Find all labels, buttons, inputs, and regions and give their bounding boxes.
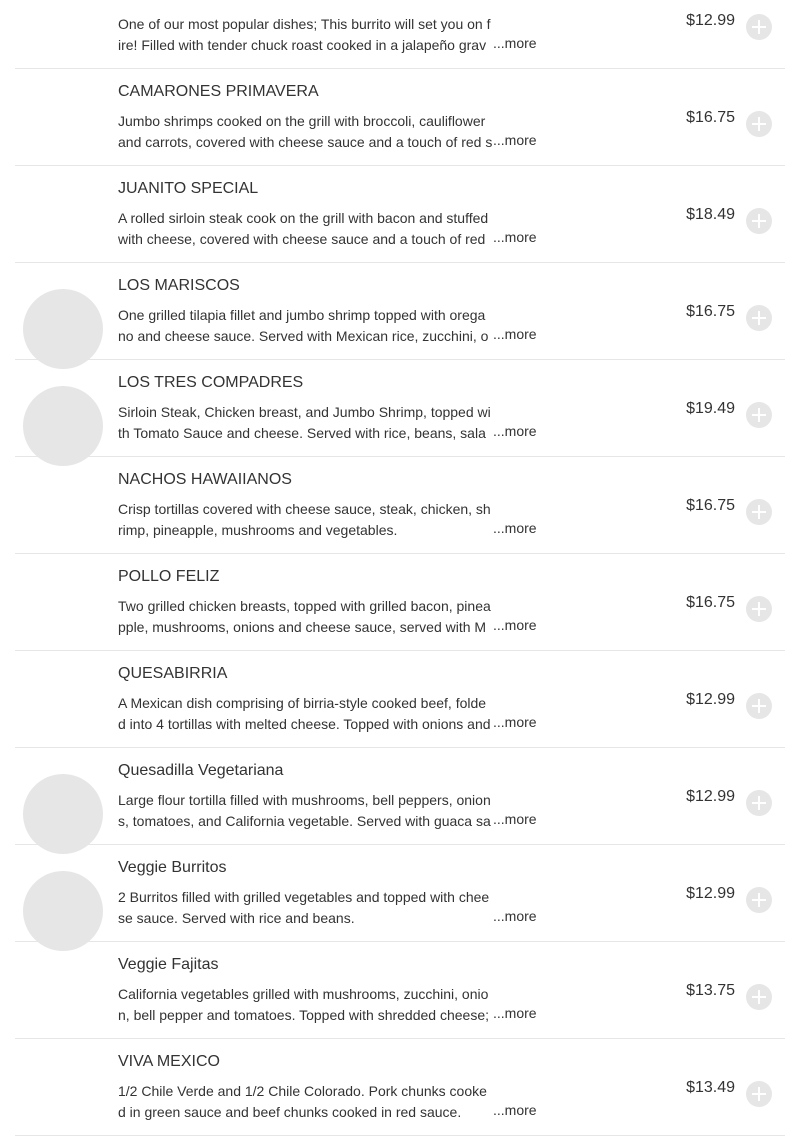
item-price: $16.75 [686, 497, 735, 514]
menu-item[interactable]: Veggie Fajitas California vegetables gri… [15, 942, 785, 1039]
add-to-cart-button[interactable] [746, 305, 772, 331]
item-name: Veggie Burritos [118, 859, 227, 876]
item-price: $12.99 [686, 788, 735, 805]
item-name: Veggie Fajitas [118, 956, 219, 973]
item-price: $12.99 [686, 885, 735, 902]
item-description: Large flour tortilla filled with mushroo… [118, 792, 491, 829]
more-link[interactable]: ...more [492, 908, 537, 924]
item-name: NACHOS HAWAIIANOS [118, 471, 292, 488]
item-name: VIVA MEXICO [118, 1053, 220, 1070]
more-link[interactable]: ...more [492, 617, 537, 633]
more-link[interactable]: ...more [492, 714, 537, 730]
item-image-placeholder[interactable] [23, 289, 103, 369]
item-price: $16.75 [686, 594, 735, 611]
add-to-cart-button[interactable] [746, 887, 772, 913]
more-link[interactable]: ...more [492, 811, 537, 827]
item-description: Two grilled chicken breasts, topped with… [118, 598, 491, 635]
add-to-cart-button[interactable] [746, 984, 772, 1010]
item-image-placeholder[interactable] [23, 871, 103, 951]
add-to-cart-button[interactable] [746, 111, 772, 137]
menu-item[interactable]: NACHOS HAWAIIANOS Crisp tortillas covere… [15, 457, 785, 554]
add-to-cart-button[interactable] [746, 402, 772, 428]
menu-item[interactable]: JUANITO SPECIAL A rolled sirloin steak c… [15, 166, 785, 263]
more-link[interactable]: ...more [492, 423, 537, 439]
add-to-cart-button[interactable] [746, 790, 772, 816]
item-description: Sirloin Steak, Chicken breast, and Jumbo… [118, 404, 491, 441]
item-name: Quesadilla Vegetariana [118, 762, 284, 779]
add-to-cart-button[interactable] [746, 596, 772, 622]
item-name: CAMARONES PRIMAVERA [118, 83, 319, 100]
more-link[interactable]: ...more [492, 35, 537, 51]
menu-item[interactable]: QUESABIRRIA A Mexican dish comprising of… [15, 651, 785, 748]
item-name: LOS MARISCOS [118, 277, 240, 294]
menu-item[interactable]: CAMARONES PRIMAVERA Jumbo shrimps cooked… [15, 69, 785, 166]
add-to-cart-button[interactable] [746, 14, 772, 40]
item-price: $16.75 [686, 109, 735, 126]
add-to-cart-button[interactable] [746, 693, 772, 719]
item-name: POLLO FELIZ [118, 568, 220, 585]
more-link[interactable]: ...more [492, 520, 537, 536]
item-description: One grilled tilapia fillet and jumbo shr… [118, 307, 489, 344]
more-link[interactable]: ...more [492, 229, 537, 245]
item-description: 1/2 Chile Verde and 1/2 Chile Colorado. … [118, 1083, 487, 1120]
menu-item[interactable]: Veggie Burritos 2 Burritos filled with g… [15, 845, 785, 951]
item-price: $13.75 [686, 982, 735, 999]
item-description: Crisp tortillas covered with cheese sauc… [118, 501, 491, 538]
menu-item[interactable]: Quesadilla Vegetariana Large flour torti… [15, 748, 785, 854]
menu-item[interactable]: LOS MARISCOS One grilled tilapia fillet … [15, 263, 785, 369]
more-link[interactable]: ...more [492, 1102, 537, 1118]
item-description: A rolled sirloin steak cook on the grill… [118, 210, 489, 247]
add-to-cart-button[interactable] [746, 1081, 772, 1107]
menu-item[interactable]: BURRITO PICOSO One of our most popular d… [15, 0, 785, 69]
add-to-cart-button[interactable] [746, 499, 772, 525]
item-description: California vegetables grilled with mushr… [118, 986, 489, 1023]
more-link[interactable]: ...more [492, 132, 537, 148]
item-description: One of our most popular dishes; This bur… [118, 16, 491, 53]
item-description: 2 Burritos filled with grilled vegetable… [118, 889, 490, 926]
item-description: Jumbo shrimps cooked on the grill with b… [118, 113, 493, 150]
item-price: $16.75 [686, 303, 735, 320]
more-link[interactable]: ...more [492, 1005, 537, 1021]
item-price: $18.49 [686, 206, 735, 223]
more-link[interactable]: ...more [492, 326, 537, 342]
item-price: $19.49 [686, 400, 735, 417]
item-description: A Mexican dish comprising of birria-styl… [118, 695, 491, 732]
item-price: $12.99 [686, 691, 735, 708]
item-name: QUESABIRRIA [118, 665, 228, 682]
item-name: JUANITO SPECIAL [118, 180, 259, 197]
item-price: $13.49 [686, 1079, 735, 1096]
menu-item-list: BURRITO PICOSO One of our most popular d… [15, 0, 785, 1136]
add-to-cart-button[interactable] [746, 208, 772, 234]
menu-item[interactable]: POLLO FELIZ Two grilled chicken breasts,… [15, 554, 785, 651]
item-name: LOS TRES COMPADRES [118, 374, 304, 391]
item-name: BURRITO PICOSO [118, 0, 256, 4]
item-image-placeholder[interactable] [23, 774, 103, 854]
item-image-placeholder[interactable] [23, 386, 103, 466]
menu-item[interactable]: LOS TRES COMPADRES Sirloin Steak, Chicke… [15, 360, 785, 466]
item-price: $12.99 [686, 12, 735, 29]
